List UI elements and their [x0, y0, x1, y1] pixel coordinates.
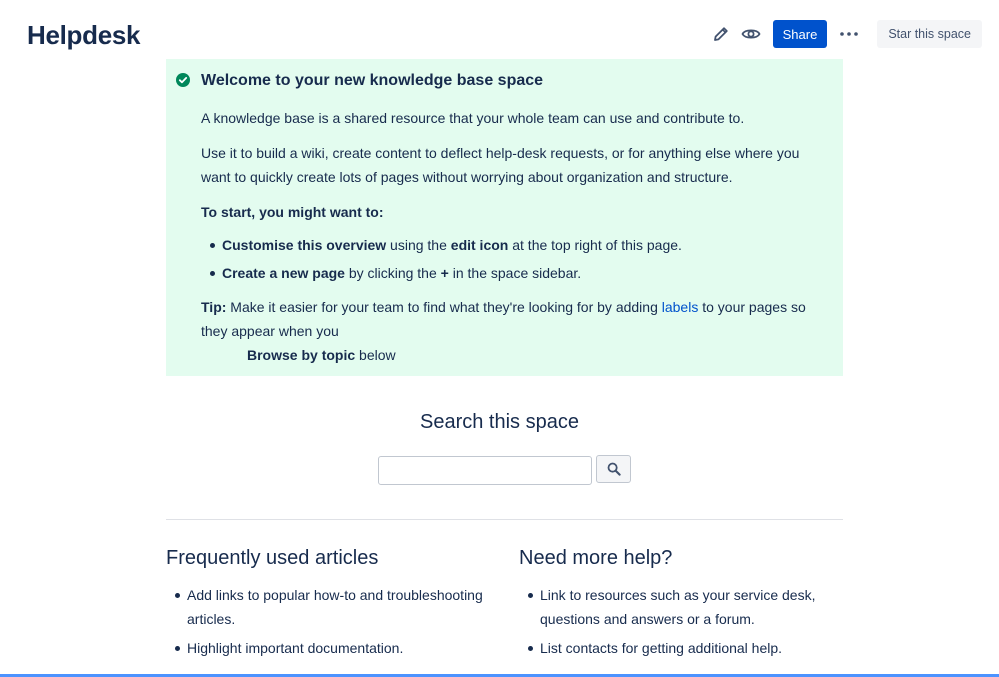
search-heading: Search this space [420, 411, 579, 433]
need-more-help-section: Need more help? Link to resources such a… [519, 544, 839, 665]
panel-usage-text: Use it to build a wiki, create content t… [201, 145, 800, 185]
eye-icon[interactable] [739, 22, 763, 46]
more-icon[interactable] [833, 20, 865, 48]
list-item: List contacts for getting additional hel… [519, 636, 839, 660]
help-list: Link to resources such as your service d… [519, 583, 839, 660]
page-title: Helpdesk [27, 20, 141, 50]
panel-tip: Tip: Make it easier for your team to fin… [201, 299, 806, 339]
search-icon [607, 462, 621, 476]
welcome-panel: Welcome to your new knowledge base space… [166, 59, 843, 376]
list-item: Link to resources such as your service d… [519, 583, 839, 631]
panel-intro-text: A knowledge base is a shared resource th… [201, 110, 745, 126]
list-item: Create a new page by clicking the + in t… [201, 261, 817, 285]
share-button[interactable]: Share [772, 20, 828, 48]
panel-start-list: Customise this overview using the edit i… [201, 233, 817, 285]
list-item: Customise this overview using the edit i… [201, 233, 817, 257]
section-heading: Need more help? [519, 547, 673, 569]
check-circle-icon [176, 73, 190, 87]
section-heading: Frequently used articles [166, 547, 379, 569]
labels-link[interactable]: labels [662, 299, 699, 315]
article-list: Add links to popular how-to and troubles… [166, 583, 486, 660]
search-input[interactable] [378, 456, 592, 485]
pencil-icon[interactable] [709, 22, 733, 46]
panel-tip-continued: Browse by topic below [247, 347, 396, 363]
panel-start-heading: To start, you might want to: [201, 204, 384, 220]
list-item: Highlight important documentation. [166, 636, 486, 660]
page-toolbar: Share Star this space [709, 20, 982, 48]
search-button[interactable] [596, 455, 631, 483]
frequently-used-articles-section: Frequently used articles Add links to po… [166, 544, 486, 665]
star-space-button[interactable]: Star this space [877, 20, 982, 48]
list-item: Add links to popular how-to and troubles… [166, 583, 486, 631]
panel-title: Welcome to your new knowledge base space [201, 72, 544, 89]
section-divider [166, 519, 843, 520]
